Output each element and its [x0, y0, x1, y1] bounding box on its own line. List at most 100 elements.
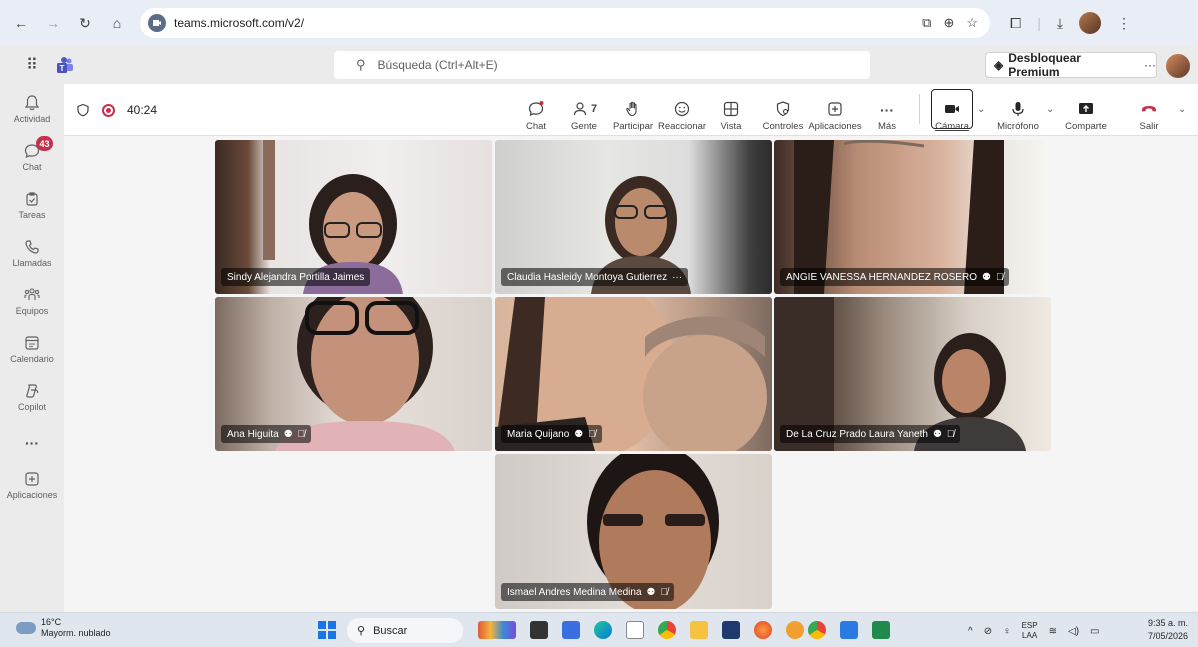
forward-icon[interactable]: → [40, 10, 66, 36]
chat-button[interactable]: Chat [524, 90, 548, 132]
controls-button[interactable]: Controles [759, 90, 807, 132]
browser-profile-avatar[interactable] [1079, 12, 1102, 34]
address-bar[interactable]: teams.microsoft.com/v2/ ⧉ ⊕ ☆ [140, 8, 990, 38]
video-tile[interactable]: Sindy Alejandra Portilla Jaimes [215, 140, 492, 294]
file-explorer-icon[interactable] [690, 621, 708, 639]
people-button[interactable]: 7 Gente [567, 90, 601, 132]
task-view-icon[interactable] [530, 621, 548, 639]
more-button[interactable]: ··· Más [876, 90, 898, 132]
video-tile[interactable]: Maria Quijano ⚉ 🎙̸ [495, 297, 772, 451]
mute-notifications-icon[interactable]: ⊘ [984, 626, 992, 637]
react-button[interactable]: Reaccionar [658, 90, 706, 132]
clock[interactable]: 9:35 a. m. 7/05/2026 [1148, 617, 1188, 643]
chevron-down-icon[interactable]: ⌄ [1178, 104, 1186, 115]
chevron-down-icon[interactable]: ⌄ [977, 104, 985, 115]
rail-item-copilot[interactable]: Copilot [0, 374, 64, 420]
recording-icon [102, 103, 115, 117]
copilot-icon [26, 384, 39, 398]
zoom-icon[interactable]: ⊕ [943, 15, 954, 31]
share-screen-icon [1079, 103, 1093, 114]
app-icon[interactable] [786, 621, 804, 639]
chrome-profile-icon[interactable] [808, 621, 826, 639]
apps-button[interactable]: Aplicaciones [808, 90, 862, 132]
chevron-down-icon[interactable]: ⌄ [1046, 104, 1054, 115]
rail-item-calls[interactable]: Llamadas [0, 230, 64, 276]
weather-widget[interactable]: 16°C Mayorm. nublado [16, 617, 111, 639]
participant-name: Claudia Hasleidy Montoya Gutierrez [507, 271, 668, 283]
store-icon[interactable] [722, 621, 740, 639]
shield-icon[interactable] [76, 103, 90, 117]
rail-label: Tareas [18, 210, 46, 220]
teams-app-icon[interactable] [562, 621, 580, 639]
more-icon[interactable]: ··· [1144, 58, 1156, 72]
svg-text:T: T [60, 64, 65, 73]
participant-name: De La Cruz Prado Laura Yaneth [786, 428, 928, 440]
extensions-icon[interactable]: ⧠ [1010, 15, 1021, 32]
participant-name-tag: Sindy Alejandra Portilla Jaimes [221, 268, 371, 286]
video-tile[interactable]: Claudia Hasleidy Montoya Gutierrez ··· [495, 140, 772, 294]
battery-icon[interactable]: ▭ [1090, 626, 1099, 637]
meeting-timer: 40:24 [127, 103, 158, 117]
chat-badge: 43 [36, 136, 53, 151]
rail-item-calendar[interactable]: Calendario [0, 326, 64, 372]
view-label: Vista [720, 121, 742, 132]
download-icon[interactable]: ⤓ [1057, 15, 1063, 32]
bookmark-star-icon[interactable]: ☆ [966, 15, 978, 31]
rail-item-teams[interactable]: Equipos [0, 278, 64, 324]
unlock-premium-button[interactable]: ◈ Desbloquear Premium ··· [985, 51, 1157, 79]
chrome-icon[interactable] [658, 621, 676, 639]
people-count: 7 [590, 103, 598, 115]
mic-off-icon: 🎙̸ [946, 428, 955, 440]
volume-icon[interactable]: ◁) [1068, 626, 1079, 637]
chat-icon [528, 101, 544, 116]
video-tile[interactable]: De La Cruz Prado Laura Yaneth ⚉ 🎙̸ [774, 297, 1051, 451]
more-icon[interactable]: ··· [672, 272, 682, 283]
back-icon[interactable]: ← [8, 10, 34, 36]
video-tile[interactable]: Ana Higuita ⚉ 🎙̸ [215, 297, 492, 451]
share-button[interactable]: Comparte [1064, 90, 1108, 132]
rail-item-chat[interactable]: 43 Chat [0, 134, 64, 180]
taskbar-search[interactable]: ⚲ Buscar [347, 618, 463, 643]
more-label: Más [878, 121, 896, 132]
wifi-icon[interactable]: ≋ [1049, 626, 1057, 637]
hand-icon [626, 101, 637, 117]
view-button[interactable]: Vista [720, 90, 742, 132]
calendar-icon [25, 336, 39, 350]
firefox-icon[interactable] [754, 621, 772, 639]
search-input[interactable]: ⚲ Búsqueda (Ctrl+Alt+E) [334, 51, 870, 79]
cast-icon[interactable]: ⧉ [922, 15, 931, 31]
rail-item-more[interactable]: ··· [0, 420, 64, 466]
mic-off-icon: 🎙̸ [995, 271, 1004, 283]
excel-icon[interactable] [872, 621, 890, 639]
video-tile[interactable]: Ismael Andres Medina Medina ⚉ 🎙̸ [495, 454, 772, 609]
mic-button[interactable]: Micrófono [994, 90, 1042, 132]
rail-label: Copilot [17, 402, 46, 412]
mail-icon[interactable] [840, 621, 858, 639]
chevron-up-icon[interactable]: ^ [968, 626, 973, 637]
avatar[interactable] [1166, 54, 1190, 78]
rail-item-tasks[interactable]: Tareas [0, 182, 64, 228]
raise-hand-button[interactable]: Participar [611, 90, 655, 132]
windows-start-icon[interactable] [318, 621, 336, 639]
participant-name-tag: Ana Higuita ⚉ 🎙̸ [221, 425, 312, 443]
edge-icon[interactable] [594, 621, 612, 639]
file-icon[interactable] [626, 621, 644, 639]
participant-name-tag: ANGIE VANESSA HERNANDEZ ROSERO ⚉ 🎙̸ [780, 268, 1010, 286]
search-placeholder: Búsqueda (Ctrl+Alt+E) [377, 58, 498, 72]
rail-item-activity[interactable]: Actividad [0, 86, 64, 132]
grid-view-icon [723, 101, 739, 117]
reload-icon[interactable]: ↻ [72, 10, 98, 36]
rail-item-apps[interactable]: Aplicaciones [0, 462, 64, 508]
browser-menu-icon[interactable]: ⋮ [1117, 15, 1131, 32]
app-launcher-icon[interactable]: ⠿ [0, 55, 64, 75]
widgets-icon[interactable] [478, 621, 516, 639]
video-tile[interactable]: ANGIE VANESSA HERNANDEZ ROSERO ⚉ 🎙̸ [774, 140, 1051, 294]
language-indicator[interactable]: ESP LAA [1022, 621, 1038, 641]
camera-button[interactable]: Cámara [934, 90, 970, 132]
meeting-toolbar: 40:24 Chat 7 Gente Participar Reaccionar… [64, 84, 1198, 136]
microphone-icon[interactable]: ♀ [1003, 626, 1011, 637]
home-icon[interactable]: ⌂ [104, 10, 130, 36]
search-icon: ⚲ [356, 57, 366, 72]
leave-button[interactable]: Salir [1136, 90, 1162, 132]
participant-name-tag: Ismael Andres Medina Medina ⚉ 🎙̸ [501, 583, 674, 601]
